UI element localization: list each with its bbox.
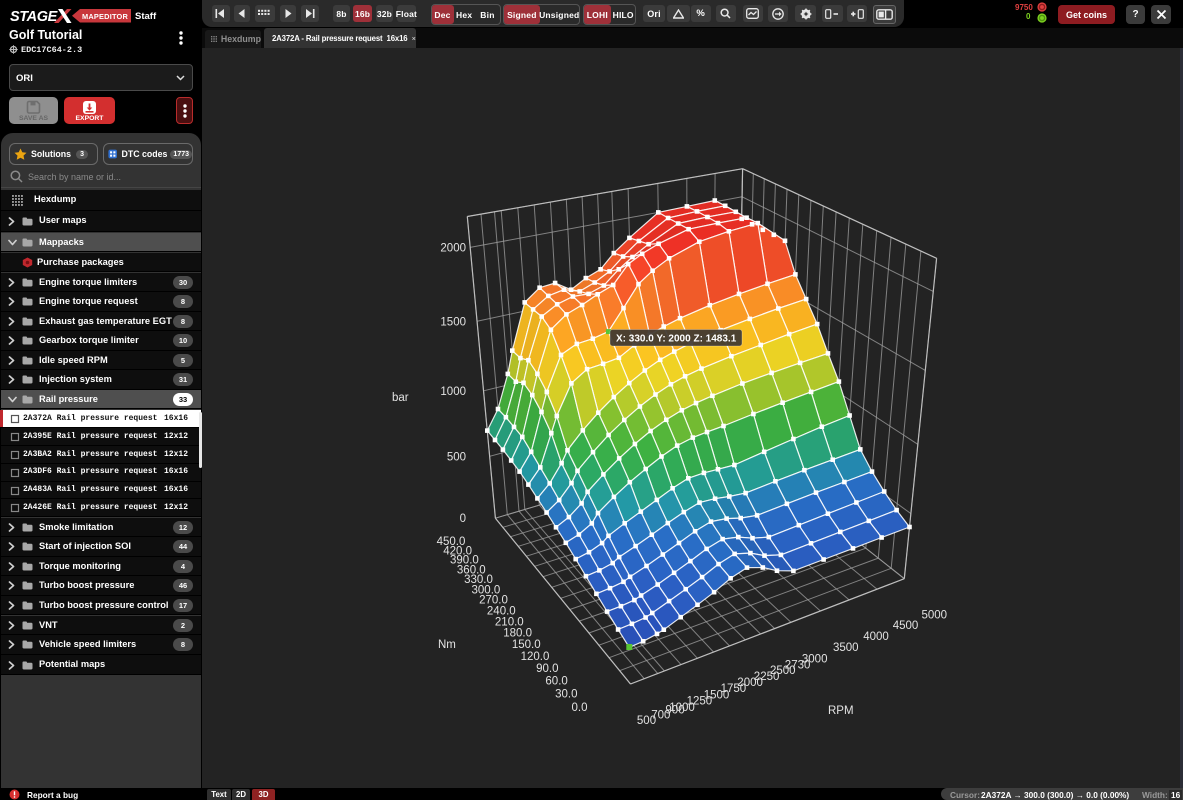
svg-text:0: 0 bbox=[460, 513, 466, 525]
svg-text:450.0: 450.0 bbox=[437, 536, 466, 548]
svg-text:3500: 3500 bbox=[833, 642, 859, 654]
svg-text:STAGE: STAGE bbox=[10, 9, 59, 24]
svg-text:120.0: 120.0 bbox=[521, 651, 550, 663]
svg-text:90.0: 90.0 bbox=[536, 663, 558, 675]
svg-text:240.0: 240.0 bbox=[487, 605, 516, 617]
svg-text:1000: 1000 bbox=[440, 386, 466, 398]
svg-text:X: 330.0 Y: 2000 Z: 1483.1: X: 330.0 Y: 2000 Z: 1483.1 bbox=[616, 334, 737, 345]
svg-text:180.0: 180.0 bbox=[503, 628, 532, 640]
svg-text:RPM: RPM bbox=[828, 705, 854, 717]
svg-text:0.0: 0.0 bbox=[572, 702, 588, 714]
svg-text:Nm: Nm bbox=[438, 639, 456, 651]
svg-text:30.0: 30.0 bbox=[555, 689, 577, 701]
svg-text:150.0: 150.0 bbox=[512, 639, 541, 651]
svg-text:4500: 4500 bbox=[893, 620, 919, 632]
svg-text:270.0: 270.0 bbox=[479, 595, 508, 607]
svg-text:500: 500 bbox=[447, 451, 466, 463]
svg-text:3000: 3000 bbox=[802, 653, 828, 665]
svg-text:bar: bar bbox=[392, 392, 409, 404]
svg-text:60.0: 60.0 bbox=[545, 676, 567, 688]
svg-text:210.0: 210.0 bbox=[495, 616, 524, 628]
svg-text:2000: 2000 bbox=[440, 242, 466, 254]
svg-text:1500: 1500 bbox=[440, 316, 466, 328]
svg-text:4000: 4000 bbox=[863, 631, 889, 643]
svg-text:MAPEDITOR: MAPEDITOR bbox=[82, 12, 128, 21]
svg-text:5000: 5000 bbox=[922, 610, 948, 622]
